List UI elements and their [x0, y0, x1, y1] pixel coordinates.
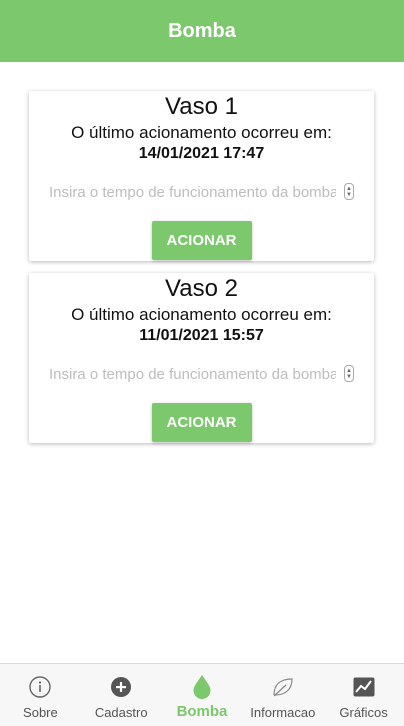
chart-icon — [351, 674, 377, 700]
page-title: Bomba — [168, 19, 236, 42]
main-content: Vaso 1 O último acionamento ocorreu em: … — [0, 62, 404, 663]
tab-label: Cadastro — [94, 705, 148, 720]
tab-label: Gráficos — [339, 705, 388, 720]
tab-label: Sobre — [23, 705, 58, 720]
tab-label: Informacao — [250, 705, 316, 720]
spinner-down-icon[interactable]: ▼ — [346, 192, 352, 198]
last-activation-message: O último acionamento ocorreu em: — [71, 123, 332, 142]
app-header: Bomba — [0, 0, 404, 62]
card-title: Vaso 1 — [165, 93, 238, 120]
activate-button[interactable]: ACIONAR — [151, 403, 252, 442]
time-input-row: ▲ ▼ — [49, 179, 354, 205]
pump-time-input[interactable] — [49, 365, 354, 383]
bottom-tab-bar: Sobre Cadastro Bomba Informacao Gráficos — [0, 663, 404, 726]
tab-graficos[interactable]: Gráficos — [323, 664, 404, 726]
tab-cadastro[interactable]: Cadastro — [81, 664, 162, 726]
time-input-row: ▲ ▼ — [49, 361, 354, 387]
vase-card: Vaso 2 O último acionamento ocorreu em: … — [29, 273, 374, 443]
number-spinner[interactable]: ▲ ▼ — [344, 365, 354, 382]
info-icon — [27, 674, 53, 700]
last-activation-datetime: 14/01/2021 17:47 — [138, 145, 265, 162]
pump-time-input[interactable] — [49, 183, 354, 201]
tab-label: Bomba — [176, 703, 228, 720]
tab-bomba[interactable]: Bomba — [162, 664, 243, 726]
leaf-icon — [270, 674, 296, 700]
last-activation-datetime: 11/01/2021 15:57 — [139, 327, 264, 344]
plus-circle-icon — [108, 674, 134, 700]
activate-button[interactable]: ACIONAR — [151, 221, 252, 260]
card-title: Vaso 2 — [165, 275, 238, 302]
water-drop-icon — [189, 674, 215, 700]
vase-card: Vaso 1 O último acionamento ocorreu em: … — [29, 91, 374, 261]
tab-sobre[interactable]: Sobre — [0, 664, 81, 726]
spinner-down-icon[interactable]: ▼ — [346, 374, 352, 380]
number-spinner[interactable]: ▲ ▼ — [344, 183, 354, 200]
tab-informacao[interactable]: Informacao — [242, 664, 323, 726]
last-activation-message: O último acionamento ocorreu em: — [71, 305, 332, 324]
